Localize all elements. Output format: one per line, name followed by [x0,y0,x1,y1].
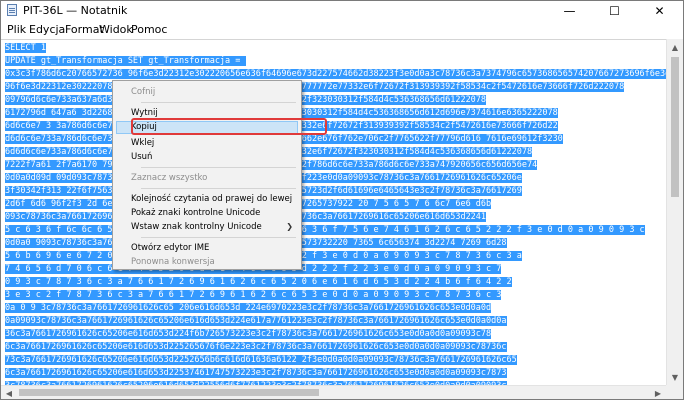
menu-separator [141,102,296,103]
text-line: SELECT 1 [5,42,666,55]
menu-item-undo: Cofnij [131,87,156,97]
text-line: 0d0a0 9093c78736c3a7661726961626c65206e6… [5,237,666,250]
text-line: 6d6d6c6e733a786d6c6e733a74 643d226874747… [5,146,666,159]
vertical-scrollbar[interactable]: ▲ ▼ [666,39,683,385]
menu-item-delete[interactable]: Usuń [131,152,152,163]
text-line: 96f6e3d22312e30222078 6d6c6e73 3a78736c3… [5,81,666,94]
selected-text: 0a 0 9 3c78736c3a7661726961626c65 206e61… [5,303,492,313]
selected-text: 36c3a7661726961626c65206e616d653d224f6b7… [5,329,492,339]
scroll-up-arrow-icon[interactable]: ▲ [667,39,683,55]
notepad-icon [7,4,17,16]
menu-item-open-ime[interactable]: Otwórz edytor IME [131,243,209,254]
text-line: UPDATE gt_Transformacja SET gt_Transform… [5,55,666,68]
maximize-button[interactable]: ☐ [592,1,637,21]
selected-text: 0a09093c78736c3a7661726961626c65206e616d… [5,316,507,326]
text-line: 3 e 3 c 2 f 7 8 7 3 6 c 3 a 7 6 6 1 7 2 … [5,289,666,302]
menu-bar: Plik Edycja Format Widok Pomoc [1,21,683,39]
text-line: 093c78736c3a7661726961626c65206e616d653d… [5,211,666,224]
selected-text: 0x3c3f786d6c20766572736 96f6e3d22312e302… [5,69,666,79]
text-area[interactable]: SELECT 1 UPDATE gt_Transformacja SET gt_T… [1,39,666,399]
maximize-icon: ☐ [609,4,620,18]
text-line: 5 c 6 3 6 f 6c 6c 6 5 6 3 7 4 6 9 6 f 6 … [5,224,666,237]
scrollbar-corner [666,385,683,399]
text-line: d6d6c6e733a786d6c6e733a6d6f643d226874747… [5,133,666,146]
text-line: 5 6 b 6 9 6 e 6 7 2 0 6 4 6 f 6 3 7 5 6 … [5,250,666,263]
menu-item-paste[interactable]: Wklej [131,138,154,149]
editor-lines: SELECT 1 UPDATE gt_Transformacja SET gt_T… [5,42,666,399]
minimize-icon: — [563,4,576,18]
menu-item-reconversion: Ponowna konwersja [131,257,215,267]
horizontal-scrollbar[interactable]: ◀ ▶ [1,385,666,399]
selected-text: 5 c 6 3 6 f 6c 6c 6 5 6 3 7 4 6 9 6 f 6 … [5,225,645,235]
scroll-right-arrow-icon[interactable]: ▶ [650,386,666,399]
text-line: 7 4 6 5 6 d 7 0 6 c 6 1 7 4 6 5 2 0 6 d … [5,263,666,276]
text-line: 6c3a7661726961626c65206e616d653d22537461… [5,367,666,380]
text-line: 6d6c6e7 3 3a786d6c6e733a6d6f643d22687474… [5,120,666,133]
menu-separator [141,237,296,238]
menu-separator [141,188,296,189]
text-line: 0x3c3f786d6c20766572736 96f6e3d22312e302… [5,68,666,81]
title-bar[interactable]: PIT-36L — Notatnik — ☐ ✕ [1,1,683,21]
close-button[interactable]: ✕ [637,1,682,21]
text-line: 09796d6c6e733a637a6d3d22687474703a2f2f77… [5,94,666,107]
menu-format[interactable]: Format [65,23,104,36]
menu-item-insert-unicode-control[interactable]: Wstaw znak kontrolny Unicode [131,222,262,233]
scroll-down-arrow-icon[interactable]: ▼ [667,369,683,385]
text-line: 0a09093c78736c3a7661726961626c65206e616d… [5,315,666,328]
scroll-left-arrow-icon[interactable]: ◀ [1,386,17,399]
selected-text: 96f6e3d22312e30222078 6d6c6e73 3a78736c3… [5,82,625,92]
notepad-window: PIT-36L — Notatnik — ☐ ✕ Plik Edycja For… [0,0,684,400]
vertical-scroll-thumb[interactable] [671,57,679,197]
selected-text: 0 9 3 c 7 8 7 3 6 c 3 a 7 6 6 1 7 2 6 9 … [5,277,512,287]
selected-text: 6c3a7661726961626c65206e616d653d22537461… [5,368,507,378]
selected-text: SELECT 1 [5,43,46,53]
text-line: 2d6f 6d6 96f2f3 2d 6e 6f 2 f 61 6d 653d2… [5,198,666,211]
context-menu: Cofnij Wytnij Kopiuj Wklej Usuń Zaznacz … [112,80,302,270]
window-title: PIT-36L — Notatnik [23,4,128,17]
menu-view[interactable]: Widok [99,23,133,36]
menu-file[interactable]: Plik [7,23,26,36]
menu-help[interactable]: Pomoc [131,23,167,36]
close-icon: ✕ [654,4,665,18]
text-line: 7222f7a61 2f7a6170 797469616e693c2f6e 5f… [5,159,666,172]
selected-text: 3 e 3 c 2 f 7 8 7 3 6 c 3 a 7 6 6 1 7 2 … [5,290,502,300]
selected-text: UPDATE gt_Transformacja SET gt_Transform… [5,56,246,66]
text-line: 0d0a0d09d 09d093c78736c3a74656d706c61746… [5,172,666,185]
text-line: 6172796d 647a6 3d2268747 4703a2f2f777777… [5,107,666,120]
minimize-button[interactable]: — [547,1,592,21]
menu-separator [141,167,296,168]
menu-edit[interactable]: Edycja [29,23,65,36]
selected-text: 6c3a7661726961626c65206e616d653d22526567… [5,342,507,352]
text-line: 0 9 3 c 7 8 7 3 6 c 3 a 7 6 6 1 7 2 6 9 … [5,276,666,289]
text-line: 0a 0 9 3c78736c3a7661726961626c65 206e61… [5,302,666,315]
text-line: 3f30342f313 22f6f7563 7973b0d0a7a6a723c2… [5,185,666,198]
text-line: 6c3a7661726961626c65206e616d653d22526567… [5,341,666,354]
menu-item-select-all: Zaznacz wszystko [131,173,208,183]
chevron-right-icon: ❯ [286,222,293,231]
text-line: 36c3a7661726961626c65206e616d653d224f6b7… [5,328,666,341]
selected-text: 73c3a7661726961626c65206e616d653d2252656… [5,355,517,365]
horizontal-scroll-thumb[interactable] [19,389,319,396]
menu-item-show-unicode-control[interactable]: Pokaż znaki kontrolne Unicode [131,208,260,219]
text-line: 73c3a7661726961626c65206e616d653d2252656… [5,354,666,367]
copy-highlight-annotation [131,118,327,135]
menu-item-rtl-reading-order[interactable]: Kolejność czytania od prawej do lewej [131,194,292,205]
